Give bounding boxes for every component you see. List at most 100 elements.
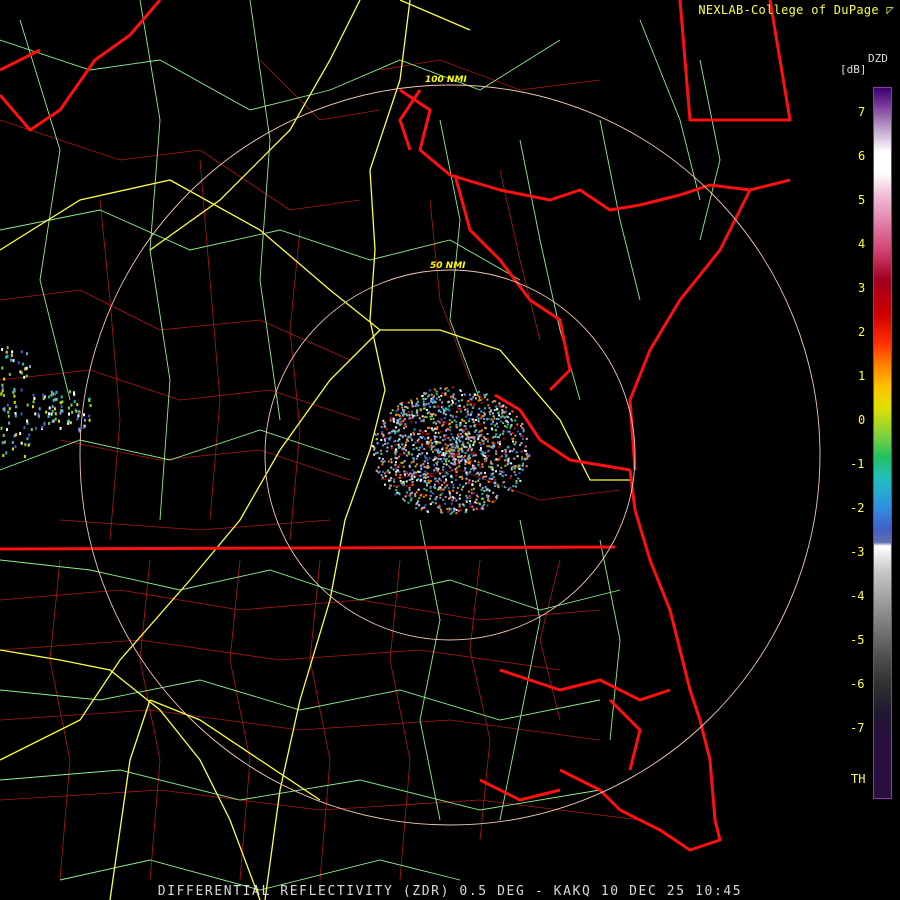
- echo-pixel: [472, 421, 475, 424]
- echo-pixel: [428, 457, 431, 460]
- echo-pixel: [403, 446, 406, 448]
- echo-pixel: [465, 471, 468, 474]
- echo-pixel: [448, 409, 451, 412]
- echo-pixel: [509, 449, 512, 452]
- echo-pixel: [406, 491, 409, 494]
- echo-pixel: [408, 414, 411, 417]
- echo-pixel: [421, 443, 423, 446]
- echo-pixel: [427, 476, 430, 478]
- echo-pixel: [411, 480, 414, 483]
- echo-pixel: [22, 362, 25, 366]
- echo-pixel: [461, 435, 464, 438]
- echo-pixel: [455, 471, 458, 474]
- echo-pixel: [448, 507, 451, 510]
- echo-pixel: [507, 416, 510, 419]
- echo-pixel: [503, 416, 506, 419]
- echo-pixel: [413, 433, 416, 436]
- echo-pixel: [521, 456, 524, 459]
- echo-pixel: [1, 386, 4, 390]
- echo-pixel: [473, 487, 475, 490]
- echo-pixel: [442, 466, 445, 468]
- echo-pixel: [406, 407, 409, 409]
- echo-pixel: [450, 433, 453, 436]
- echo-pixel: [398, 470, 401, 473]
- echo-pixel: [20, 350, 23, 354]
- echo-pixel: [410, 433, 413, 436]
- echo-pixel: [67, 406, 70, 410]
- echo-pixel: [519, 444, 522, 447]
- echo-pixel: [25, 374, 28, 378]
- echo-pixel: [413, 428, 416, 431]
- echo-pixel: [435, 462, 438, 465]
- echo-pixel: [472, 396, 475, 399]
- echo-pixel: [449, 396, 452, 399]
- echo-pixel: [426, 409, 429, 411]
- echo-pixel: [449, 439, 452, 442]
- echo-pixel: [23, 426, 26, 430]
- echo-pixel: [419, 436, 422, 438]
- echo-pixel: [491, 500, 494, 503]
- echo-pixel: [431, 413, 434, 416]
- echo-pixel: [391, 430, 394, 433]
- echo-pixel: [479, 503, 482, 506]
- echo-pixel: [405, 441, 408, 444]
- echo-pixel: [451, 401, 454, 404]
- echo-pixel: [488, 500, 491, 502]
- echo-pixel: [380, 460, 383, 463]
- echo-pixel: [481, 465, 484, 468]
- echo-pixel: [403, 499, 406, 502]
- echo-pixel: [468, 436, 471, 439]
- echo-pixel: [419, 453, 422, 456]
- echo-pixel: [442, 498, 445, 501]
- echo-pixel: [494, 435, 497, 438]
- echo-pixel: [7, 414, 10, 418]
- echo-pixel: [467, 490, 470, 493]
- echo-pixel: [505, 458, 508, 461]
- echo-pixel: [12, 359, 15, 363]
- echo-pixel: [455, 499, 458, 502]
- echo-pixel: [482, 477, 485, 480]
- echo-pixel: [433, 437, 436, 440]
- echo-pixel: [381, 458, 384, 460]
- echo-pixel: [428, 481, 431, 484]
- legend-tick: -6: [850, 677, 865, 691]
- echo-pixel: [492, 415, 495, 418]
- echo-pixel: [423, 465, 426, 468]
- echo-pixel: [447, 437, 450, 440]
- echo-pixel: [77, 411, 80, 415]
- echo-pixel: [463, 445, 466, 448]
- echo-pixel: [58, 419, 60, 423]
- echo-pixel: [504, 464, 507, 467]
- echo-pixel: [60, 395, 63, 399]
- echo-pixel: [437, 506, 439, 509]
- echo-pixel: [488, 465, 491, 468]
- echo-pixel: [424, 480, 427, 483]
- echo-pixel: [456, 453, 459, 456]
- radar-map[interactable]: 100 NMI 50 NMI: [0, 0, 900, 900]
- echo-pixel: [416, 479, 419, 482]
- echo-pixel: [403, 460, 406, 463]
- echo-pixel: [409, 494, 412, 497]
- echo-pixel: [521, 438, 524, 441]
- echo-pixel: [61, 409, 64, 413]
- echo-pixel: [449, 426, 452, 429]
- echo-pixel: [398, 493, 401, 496]
- echo-pixel: [442, 457, 445, 460]
- echo-pixel: [481, 486, 484, 489]
- echo-pixel: [476, 508, 479, 511]
- echo-pixel: [376, 438, 378, 441]
- echo-pixel: [475, 454, 477, 457]
- echo-pixel: [446, 448, 449, 451]
- county-lines: [0, 59, 641, 881]
- legend-tick: -1: [850, 457, 865, 471]
- echo-pixel: [469, 397, 472, 400]
- echo-pixel: [469, 502, 472, 505]
- echo-pixel: [478, 465, 481, 468]
- echo-pixel: [516, 455, 519, 458]
- echo-pixel: [480, 401, 483, 404]
- echo-pixel: [59, 411, 62, 415]
- echo-pixel: [477, 390, 480, 393]
- echo-pixel: [442, 468, 445, 471]
- echo-pixel: [473, 492, 475, 495]
- echo-pixel: [70, 403, 73, 407]
